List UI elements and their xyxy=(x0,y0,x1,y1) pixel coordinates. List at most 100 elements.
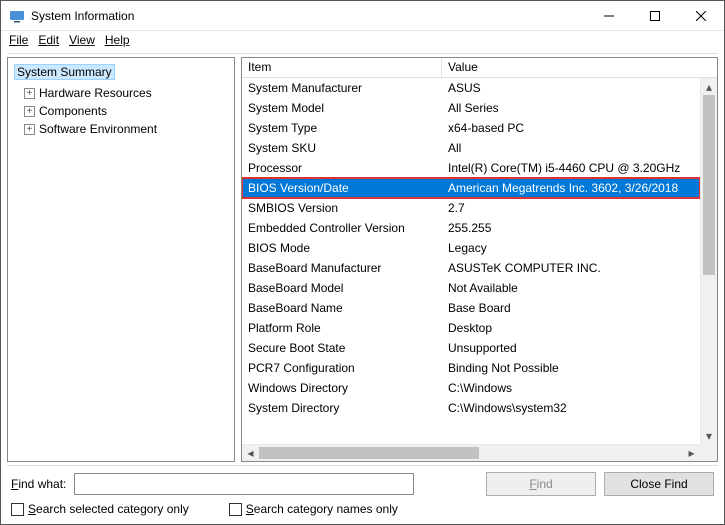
scroll-thumb[interactable] xyxy=(259,447,479,459)
expand-icon[interactable]: + xyxy=(24,124,35,135)
scroll-corner xyxy=(700,444,717,461)
cell-item: PCR7 Configuration xyxy=(242,361,442,375)
scroll-thumb[interactable] xyxy=(703,95,715,275)
list-row[interactable]: Platform RoleDesktop xyxy=(242,318,700,338)
scroll-track[interactable] xyxy=(701,95,717,427)
checkbox-label: Search category names only xyxy=(246,502,398,516)
cell-item: Platform Role xyxy=(242,321,442,335)
menu-view[interactable]: View xyxy=(69,33,95,47)
list-row[interactable]: PCR7 ConfigurationBinding Not Possible xyxy=(242,358,700,378)
cell-item: System Directory xyxy=(242,401,442,415)
checkbox-icon xyxy=(229,503,242,516)
cell-item: System Manufacturer xyxy=(242,81,442,95)
expand-icon[interactable]: + xyxy=(24,106,35,117)
search-category-names-checkbox[interactable]: Search category names only xyxy=(229,502,398,516)
menu-edit[interactable]: Edit xyxy=(38,33,59,47)
list-row[interactable]: System SKUAll xyxy=(242,138,700,158)
cell-item: Processor xyxy=(242,161,442,175)
cell-value: Binding Not Possible xyxy=(442,361,700,375)
scroll-up-icon[interactable]: ▴ xyxy=(701,78,717,95)
minimize-button[interactable] xyxy=(586,1,632,31)
scroll-down-icon[interactable]: ▾ xyxy=(701,427,717,444)
cell-value: ASUSTeK COMPUTER INC. xyxy=(442,261,700,275)
list-row[interactable]: Embedded Controller Version255.255 xyxy=(242,218,700,238)
window-controls xyxy=(586,1,724,31)
tree-item-hardware-resources[interactable]: + Hardware Resources xyxy=(12,84,230,102)
tree-item-components[interactable]: + Components xyxy=(12,102,230,120)
cell-value: 2.7 xyxy=(442,201,700,215)
cell-item: Embedded Controller Version xyxy=(242,221,442,235)
tree-item-label: Software Environment xyxy=(39,122,157,136)
close-find-button[interactable]: Close Find xyxy=(604,472,714,496)
list-body: System ManufacturerASUSSystem ModelAll S… xyxy=(242,78,717,461)
list-row[interactable]: System DirectoryC:\Windows\system32 xyxy=(242,398,700,418)
system-information-window: System Information File Edit View Help S… xyxy=(0,0,725,525)
cell-item: SMBIOS Version xyxy=(242,201,442,215)
tree-item-label: Components xyxy=(39,104,107,118)
list-row[interactable]: System Typex64-based PC xyxy=(242,118,700,138)
cell-item: Secure Boot State xyxy=(242,341,442,355)
menu-file[interactable]: File xyxy=(9,33,28,47)
find-label: Find what: xyxy=(11,477,66,491)
menu-help[interactable]: Help xyxy=(105,33,130,47)
find-input[interactable] xyxy=(74,473,414,495)
list-row[interactable]: System ManufacturerASUS xyxy=(242,78,700,98)
app-icon xyxy=(9,8,25,24)
checkbox-label: Search selected category only xyxy=(28,502,189,516)
cell-value: x64-based PC xyxy=(442,121,700,135)
list-row[interactable]: BIOS Version/DateAmerican Megatrends Inc… xyxy=(242,178,700,198)
content-area: System Summary + Hardware Resources + Co… xyxy=(7,53,718,466)
cell-value: 255.255 xyxy=(442,221,700,235)
vertical-scrollbar[interactable]: ▴ ▾ xyxy=(700,78,717,444)
tree-item-system-summary[interactable]: System Summary xyxy=(14,64,115,80)
menubar: File Edit View Help xyxy=(1,31,724,53)
expand-icon[interactable]: + xyxy=(24,88,35,99)
cell-value: Intel(R) Core(TM) i5-4460 CPU @ 3.20GHz xyxy=(442,161,700,175)
titlebar: System Information xyxy=(1,1,724,31)
cell-item: BaseBoard Manufacturer xyxy=(242,261,442,275)
list-row[interactable]: BaseBoard NameBase Board xyxy=(242,298,700,318)
column-header-value[interactable]: Value xyxy=(442,58,717,77)
cell-value: All Series xyxy=(442,101,700,115)
cell-item: BIOS Version/Date xyxy=(242,181,442,195)
cell-value: ASUS xyxy=(442,81,700,95)
category-tree[interactable]: System Summary + Hardware Resources + Co… xyxy=(7,57,235,462)
list-header: Item Value xyxy=(242,58,717,78)
cell-value: Unsupported xyxy=(442,341,700,355)
cell-value: Legacy xyxy=(442,241,700,255)
cell-item: BaseBoard Name xyxy=(242,301,442,315)
list-row[interactable]: BIOS ModeLegacy xyxy=(242,238,700,258)
cell-item: System Model xyxy=(242,101,442,115)
horizontal-scrollbar[interactable]: ◂ ▸ xyxy=(242,444,700,461)
tree-item-software-environment[interactable]: + Software Environment xyxy=(12,120,230,138)
cell-value: American Megatrends Inc. 3602, 3/26/2018 xyxy=(442,181,700,195)
cell-item: System SKU xyxy=(242,141,442,155)
list-row[interactable]: Windows DirectoryC:\Windows xyxy=(242,378,700,398)
list-row[interactable]: ProcessorIntel(R) Core(TM) i5-4460 CPU @… xyxy=(242,158,700,178)
cell-item: Windows Directory xyxy=(242,381,442,395)
cell-value: Desktop xyxy=(442,321,700,335)
column-header-item[interactable]: Item xyxy=(242,58,442,77)
maximize-button[interactable] xyxy=(632,1,678,31)
checkbox-icon xyxy=(11,503,24,516)
cell-value: Not Available xyxy=(442,281,700,295)
scroll-right-icon[interactable]: ▸ xyxy=(683,445,700,461)
tree-item-label: Hardware Resources xyxy=(39,86,152,100)
list-row[interactable]: BaseBoard ModelNot Available xyxy=(242,278,700,298)
cell-value: C:\Windows xyxy=(442,381,700,395)
window-title: System Information xyxy=(31,9,134,23)
tree-root[interactable]: System Summary xyxy=(12,60,230,84)
list-row[interactable]: Secure Boot StateUnsupported xyxy=(242,338,700,358)
scroll-track[interactable] xyxy=(259,445,683,461)
find-button[interactable]: Find xyxy=(486,472,596,496)
scroll-left-icon[interactable]: ◂ xyxy=(242,445,259,461)
close-button[interactable] xyxy=(678,1,724,31)
cell-item: BaseBoard Model xyxy=(242,281,442,295)
search-selected-category-checkbox[interactable]: Search selected category only xyxy=(11,502,189,516)
cell-value: Base Board xyxy=(442,301,700,315)
list-row[interactable]: BaseBoard ManufacturerASUSTeK COMPUTER I… xyxy=(242,258,700,278)
cell-value: All xyxy=(442,141,700,155)
cell-item: BIOS Mode xyxy=(242,241,442,255)
list-row[interactable]: System ModelAll Series xyxy=(242,98,700,118)
list-row[interactable]: SMBIOS Version2.7 xyxy=(242,198,700,218)
